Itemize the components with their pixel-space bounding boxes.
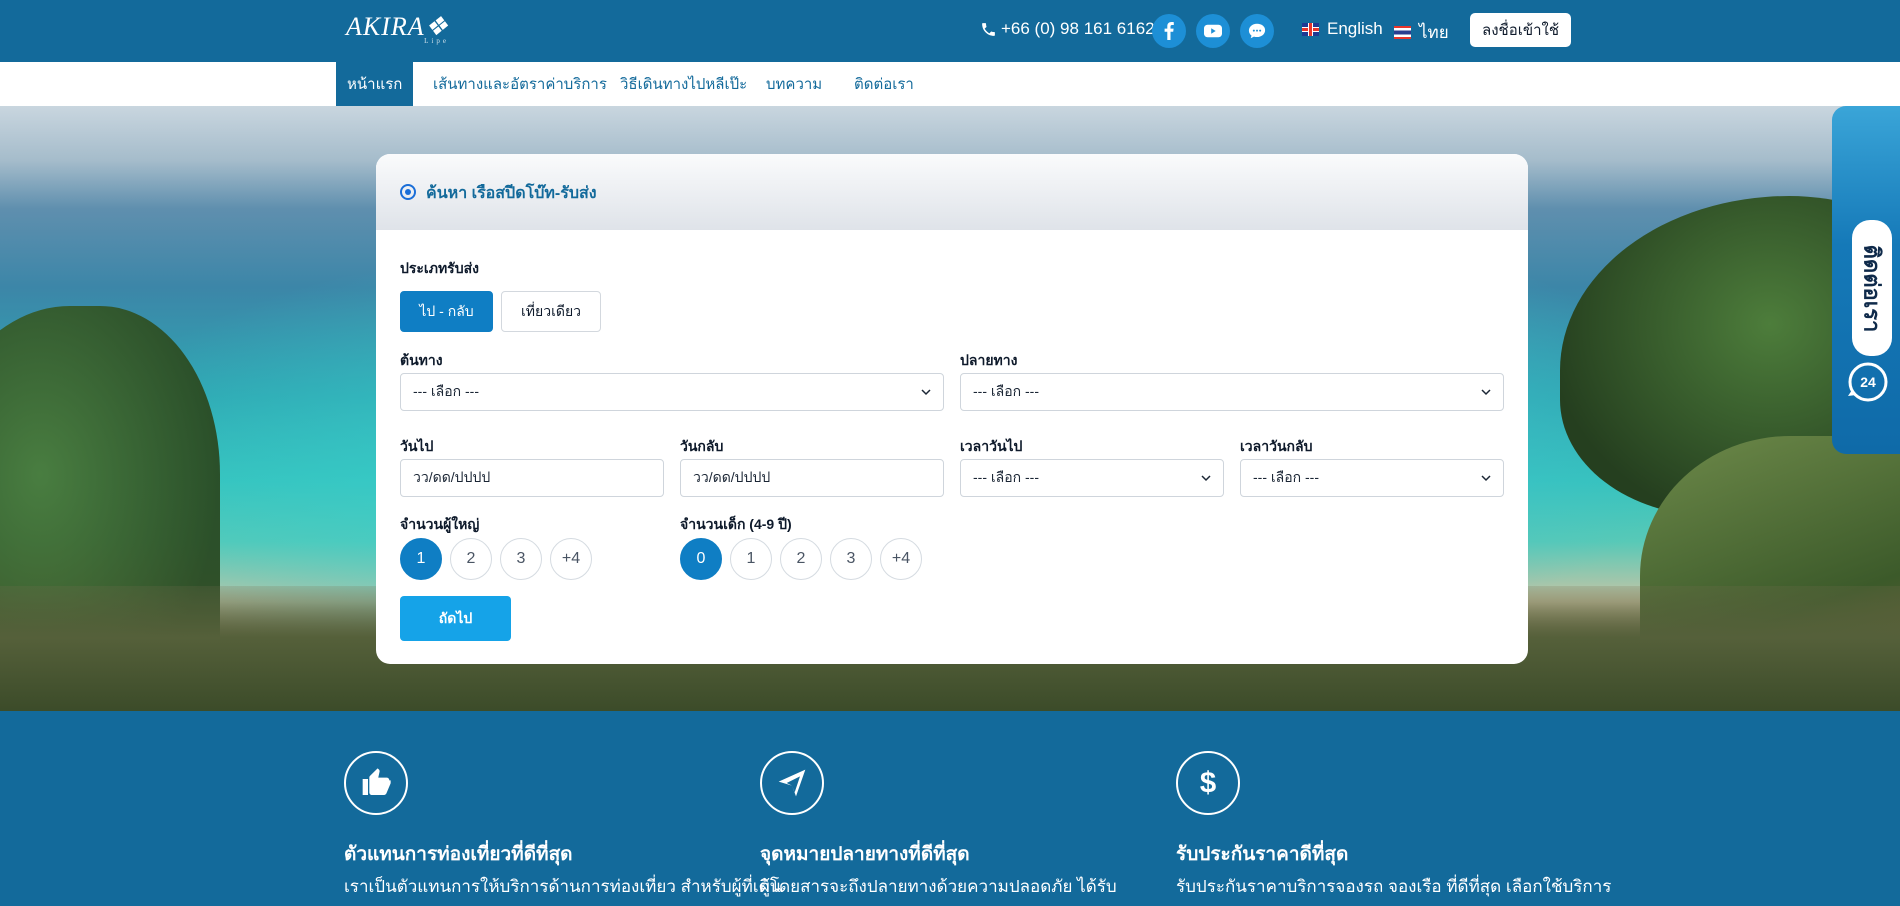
nav-how-to-travel[interactable]: วิธีเดินทางไปหลีเป๊ะ — [620, 62, 747, 106]
features-section: ตัวแทนการท่องเที่ยวที่ดีที่สุด เราเป็นตั… — [0, 711, 1900, 906]
nav-contact[interactable]: ติดต่อเรา — [854, 62, 914, 106]
destination-label: ปลายทาง — [960, 352, 1018, 368]
origin-select-value: --- เลือก --- — [413, 383, 480, 399]
return-date-label: วันกลับ — [680, 438, 724, 454]
depart-time-select[interactable]: --- เลือก --- — [960, 459, 1224, 497]
svg-text:$: $ — [1200, 767, 1216, 799]
feature-text-1: เราเป็นตัวแทนการให้บริการด้านการท่องเที่… — [344, 877, 782, 896]
search-card-title: ค้นหา เรือสปีดโบ๊ท-รับส่ง — [426, 185, 597, 202]
facebook-button[interactable] — [1152, 14, 1186, 48]
return-time-value: --- เลือก --- — [1253, 469, 1320, 485]
children-option-4plus[interactable]: +4 — [880, 538, 922, 580]
adults-option-1[interactable]: 1 — [400, 538, 442, 580]
login-button[interactable]: ลงชื่อเข้าใช้ — [1470, 13, 1572, 47]
children-option-0[interactable]: 0 — [680, 538, 722, 580]
feature-title-2: จุดหมายปลายทางที่ดีที่สุด — [760, 844, 970, 865]
support-24-badge: 24 — [1860, 374, 1876, 390]
lang-thai-label: ไทย — [1419, 23, 1449, 42]
site-logo[interactable]: AKIRA❖ Lipe — [346, 12, 449, 45]
lang-thai-link[interactable]: ไทย — [1394, 19, 1449, 46]
dollar-icon: $ — [1200, 767, 1216, 799]
contact-tab-label: ติดต่อเรา — [1859, 244, 1885, 332]
children-label: จำนวนเด็ก (4-9 ปี) — [680, 516, 792, 532]
depart-time-value: --- เลือก --- — [973, 469, 1040, 485]
phone-icon — [982, 22, 995, 36]
paper-plane-icon — [778, 769, 806, 797]
children-option-3[interactable]: 3 — [830, 538, 872, 580]
one-way-button[interactable]: เที่ยวเดียว — [501, 291, 601, 332]
chevron-down-icon — [1481, 389, 1491, 396]
destination-select[interactable]: --- เลือก --- — [960, 373, 1504, 411]
youtube-icon — [1204, 24, 1222, 38]
contact-pill: ติดต่อเรา — [1852, 220, 1892, 356]
return-time-label: เวลาวันกลับ — [1240, 438, 1313, 454]
return-time-select[interactable]: --- เลือก --- — [1240, 459, 1504, 497]
feature-icon-circle — [760, 751, 824, 815]
children-option-2[interactable]: 2 — [780, 538, 822, 580]
support-24-icon: 24 — [1848, 362, 1888, 402]
origin-label: ต้นทาง — [400, 352, 443, 368]
lang-english-link[interactable]: English — [1302, 19, 1383, 39]
phone-link[interactable]: +66 (0) 98 161 6162 — [980, 19, 1155, 39]
feature-icon-circle: $ — [1176, 751, 1240, 815]
chevron-down-icon — [921, 389, 931, 396]
children-option-1[interactable]: 1 — [730, 538, 772, 580]
destination-select-value: --- เลือก --- — [973, 383, 1040, 399]
adults-label: จำนวนผู้ใหญ่ — [400, 516, 480, 532]
facebook-icon — [1164, 22, 1174, 40]
youtube-button[interactable] — [1196, 14, 1230, 48]
search-card-header: ค้นหา เรือสปีดโบ๊ท-รับส่ง — [376, 154, 1528, 230]
logo-subtext: Lipe — [424, 37, 449, 45]
depart-date-input[interactable]: วว/ดด/ปปปป — [400, 459, 664, 497]
round-trip-button[interactable]: ไป - กลับ — [400, 291, 493, 332]
chat-icon — [1248, 23, 1266, 39]
depart-date-label: วันไป — [400, 438, 434, 454]
feature-icon-circle — [344, 751, 408, 815]
search-type-radio[interactable] — [400, 184, 416, 200]
main-nav: หน้าแรก เส้นทางและอัตราค่าบริการ วิธีเดิ… — [0, 62, 1900, 106]
feature-title-1: ตัวแทนการท่องเที่ยวที่ดีที่สุด — [344, 844, 573, 865]
lang-english-label: English — [1327, 19, 1383, 38]
depart-date-value: วว/ดด/ปปปป — [413, 469, 491, 485]
nav-home[interactable]: หน้าแรก — [336, 62, 414, 106]
nav-routes-rates[interactable]: เส้นทางและอัตราค่าบริการ — [433, 62, 607, 106]
chevron-down-icon — [1201, 475, 1211, 482]
top-bar: AKIRA❖ Lipe +66 (0) 98 161 6162 English … — [0, 0, 1900, 62]
adults-option-2[interactable]: 2 — [450, 538, 492, 580]
contact-side-tab[interactable]: ติดต่อเรา 24 — [1832, 106, 1900, 454]
origin-select[interactable]: --- เลือก --- — [400, 373, 944, 411]
chevron-down-icon — [1481, 475, 1491, 482]
nav-articles[interactable]: บทความ — [766, 62, 822, 106]
adults-option-3[interactable]: 3 — [500, 538, 542, 580]
next-button[interactable]: ถัดไป — [400, 596, 511, 641]
uk-flag-icon — [1302, 22, 1319, 36]
feature-text-2: ผู้โดยสารจะถึงปลายทางด้วยความปลอดภัย ได้… — [760, 877, 1117, 896]
thumbs-up-icon — [362, 768, 391, 795]
trip-type-label: ประเภทรับส่ง — [400, 260, 479, 276]
return-date-value: วว/ดด/ปปปป — [693, 469, 771, 485]
depart-time-label: เวลาวันไป — [960, 438, 1023, 454]
thai-flag-icon — [1394, 26, 1411, 39]
adults-option-4plus[interactable]: +4 — [550, 538, 592, 580]
chat-button[interactable] — [1240, 14, 1274, 48]
search-card: ค้นหา เรือสปีดโบ๊ท-รับส่ง ประเภทรับส่ง ไ… — [376, 154, 1528, 664]
feature-text-3: รับประกันราคาบริการจองรถ จองเรือ ที่ดีที… — [1176, 877, 1612, 896]
return-date-input[interactable]: วว/ดด/ปปปป — [680, 459, 944, 497]
phone-number: +66 (0) 98 161 6162 — [1001, 19, 1155, 38]
feature-title-3: รับประกันราคาดีที่สุด — [1176, 844, 1349, 865]
